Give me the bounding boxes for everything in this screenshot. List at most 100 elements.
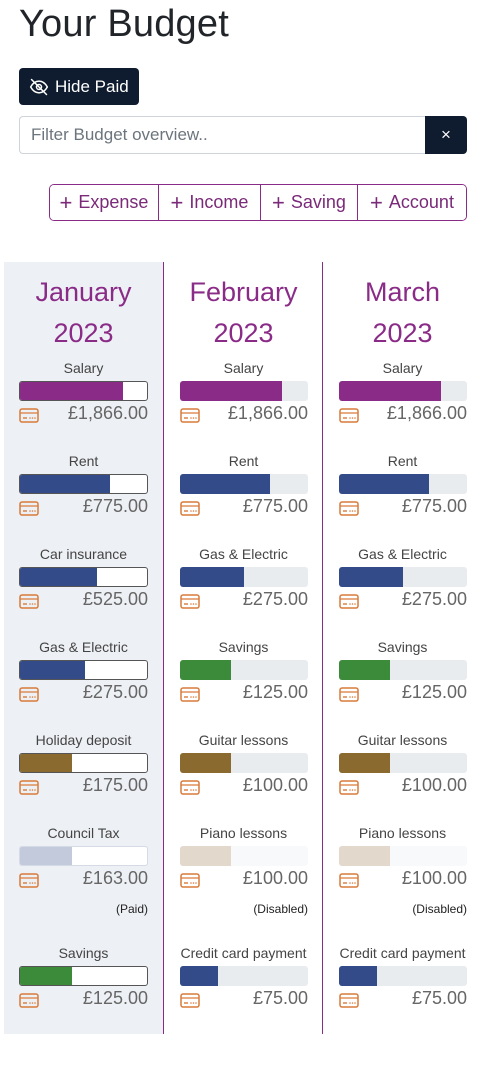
budget-item-label: Gas & Electric xyxy=(39,639,128,655)
budget-item-amount: £275.00 xyxy=(401,589,467,609)
hide-paid-button[interactable]: Hide Paid xyxy=(19,68,139,105)
card-icon[interactable] xyxy=(339,687,359,702)
progress-bar-fill xyxy=(339,660,391,680)
progress-bar-fill xyxy=(20,661,85,679)
filter-input[interactable] xyxy=(19,116,425,154)
card-icon[interactable] xyxy=(180,687,200,702)
status-note: (Disabled) xyxy=(412,902,467,916)
progress-bar xyxy=(180,660,308,680)
budget-item-label: Salary xyxy=(223,360,264,376)
month-year: 2023 xyxy=(213,318,274,348)
progress-bar-fill xyxy=(20,967,73,985)
progress-bar xyxy=(19,381,148,401)
budget-columns: January 2023 Salary £1,866.00 Rent £775.00 Car… xyxy=(4,262,478,1034)
card-icon[interactable] xyxy=(19,687,39,702)
budget-item-label: Guitar lessons xyxy=(357,732,448,748)
add-account-button[interactable]: + Account xyxy=(357,185,466,220)
clear-filter-button[interactable]: × xyxy=(425,116,467,154)
budget-item[interactable]: Credit card payment £75.00 xyxy=(164,945,323,1065)
budget-item-label: Car insurance xyxy=(39,546,128,562)
card-icon[interactable] xyxy=(19,594,39,609)
card-icon[interactable] xyxy=(339,780,359,795)
progress-bar-fill xyxy=(20,568,98,586)
month-name: February xyxy=(189,277,298,307)
budget-item-amount: £100.00 xyxy=(242,775,308,795)
progress-bar xyxy=(19,753,148,773)
progress-bar xyxy=(180,966,308,986)
budget-item-label: Savings xyxy=(377,639,428,655)
add-income-button[interactable]: + Income xyxy=(158,185,260,220)
budget-item-label: Credit card payment xyxy=(339,945,466,961)
page-title: Your Budget xyxy=(19,3,229,45)
progress-bar-fill xyxy=(180,753,232,773)
month-column-january: January 2023 Salary £1,866.00 Rent £775.00 Car… xyxy=(4,262,163,1034)
budget-item[interactable]: Piano lessons £100.00 (Disabled) xyxy=(164,825,323,945)
budget-item-amount: £100.00 xyxy=(401,775,467,795)
card-icon[interactable] xyxy=(19,408,39,423)
budget-item-amount: £775.00 xyxy=(401,496,467,516)
progress-bar-fill xyxy=(20,754,73,772)
month-header: February 2023 xyxy=(164,272,323,354)
budget-item[interactable]: Council Tax £163.00 (Paid) xyxy=(4,825,163,945)
budget-item-label: Gas & Electric xyxy=(199,546,288,562)
card-icon[interactable] xyxy=(180,993,200,1008)
progress-bar xyxy=(339,846,467,866)
progress-bar xyxy=(180,474,308,494)
budget-item-amount: £100.00 xyxy=(242,868,308,888)
budget-item[interactable]: Credit card payment £75.00 xyxy=(323,945,478,1065)
budget-item[interactable]: Piano lessons £100.00 (Disabled) xyxy=(323,825,478,945)
progress-bar xyxy=(19,966,148,986)
month-year: 2023 xyxy=(53,318,114,348)
budget-item-amount: £275.00 xyxy=(82,682,148,702)
month-header: March 2023 xyxy=(323,272,478,354)
budget-item-amount: £1,866.00 xyxy=(67,403,148,423)
budget-item-label: Salary xyxy=(63,360,104,376)
budget-item-amount: £175.00 xyxy=(82,775,148,795)
card-icon[interactable] xyxy=(180,780,200,795)
add-saving-button[interactable]: + Saving xyxy=(260,185,357,220)
budget-item-amount: £275.00 xyxy=(242,589,308,609)
budget-item-label: Rent xyxy=(228,453,259,469)
card-icon[interactable] xyxy=(180,408,200,423)
add-expense-label: Expense xyxy=(78,192,149,212)
progress-bar-fill xyxy=(339,381,442,401)
month-name: January xyxy=(35,277,132,307)
filter-bar: × xyxy=(19,116,467,154)
card-icon[interactable] xyxy=(339,501,359,516)
progress-bar xyxy=(339,474,467,494)
card-icon[interactable] xyxy=(19,873,39,888)
progress-bar xyxy=(19,474,148,494)
card-icon[interactable] xyxy=(180,594,200,609)
card-icon[interactable] xyxy=(19,780,39,795)
card-icon[interactable] xyxy=(180,501,200,516)
progress-bar-fill xyxy=(20,475,111,493)
budget-item-label: Rent xyxy=(387,453,418,469)
progress-bar xyxy=(19,846,148,866)
budget-item-amount: £75.00 xyxy=(411,988,467,1008)
progress-bar-fill xyxy=(180,474,270,494)
plus-icon: + xyxy=(272,189,285,215)
card-icon[interactable] xyxy=(19,501,39,516)
card-icon[interactable] xyxy=(339,873,359,888)
progress-bar-fill xyxy=(20,847,73,865)
card-icon[interactable] xyxy=(339,993,359,1008)
hide-paid-label: Hide Paid xyxy=(55,76,129,96)
budget-item[interactable]: Savings £125.00 xyxy=(4,945,163,1065)
card-icon[interactable] xyxy=(180,873,200,888)
budget-item-amount: £775.00 xyxy=(242,496,308,516)
budget-item-label: Piano lessons xyxy=(358,825,447,841)
progress-bar-fill xyxy=(180,381,283,401)
add-expense-button[interactable]: + Expense xyxy=(50,185,158,220)
card-icon[interactable] xyxy=(19,993,39,1008)
budget-item-amount: £125.00 xyxy=(82,988,148,1008)
status-note: (Disabled) xyxy=(253,902,308,916)
budget-item-label: Rent xyxy=(68,453,99,469)
card-icon[interactable] xyxy=(339,594,359,609)
progress-bar-fill xyxy=(180,966,219,986)
progress-bar xyxy=(180,846,308,866)
progress-bar-fill xyxy=(339,846,391,866)
progress-bar-fill xyxy=(339,966,378,986)
card-icon[interactable] xyxy=(339,408,359,423)
progress-bar xyxy=(339,567,467,587)
add-button-group: + Expense + Income + Saving + Account xyxy=(49,184,467,221)
